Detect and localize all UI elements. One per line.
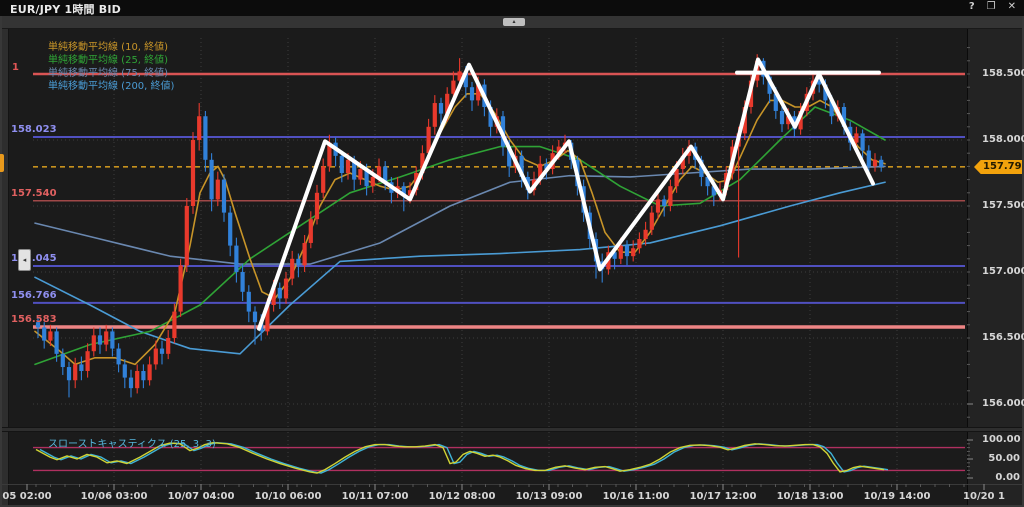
price-axis-label: 157.000 [982, 266, 1020, 277]
time-axis-label: 10/20 1 [963, 491, 1005, 502]
time-axis-label: 10/17 12:00 [690, 491, 757, 502]
price-line-label: 156.766 [11, 290, 57, 301]
candles[interactable] [36, 54, 883, 397]
panel-expander-button[interactable]: ◂ [18, 249, 31, 271]
time-axis-label: 05 02:00 [2, 491, 51, 502]
time-axis-label: 10/10 06:00 [255, 491, 322, 502]
time-axis-label: 10/06 03:00 [81, 491, 148, 502]
time-axis-label: 10/12 08:00 [429, 491, 496, 502]
time-axis-label: 10/16 11:00 [603, 491, 670, 502]
time-axis-label: 10/18 13:00 [777, 491, 844, 502]
time-axis-label: 10/11 07:00 [342, 491, 409, 502]
price-line-label: 156.583 [11, 314, 57, 325]
time-axis-label: 10/07 04:00 [168, 491, 235, 502]
price-axis-label: 157.500 [982, 200, 1020, 211]
price-line-label: 158.023 [11, 124, 57, 135]
legend-item-sma-25: 単純移動平均線 (25, 終値) [48, 54, 174, 67]
price-axis-label: 158.500 [982, 68, 1020, 79]
price-axis-label: 156.500 [982, 332, 1020, 343]
legend-item-sma-10: 単純移動平均線 (10, 終値) [48, 41, 174, 54]
drawn-zigzag-line[interactable] [259, 59, 873, 328]
trading-app-window: EUR/JPY 1時間 BID ? ❐ ✕ ▴ 単純移動平均線 (10, 終値)… [0, 0, 1024, 507]
current-price-value: 157.797 [983, 161, 1024, 172]
main-panel[interactable] [33, 38, 965, 427]
stochastics-legend: スローストキャスティクス (25, 3, 3) [48, 435, 216, 450]
left-edge-marker-tab [0, 154, 4, 172]
price-axis-label: 156.000 [982, 398, 1020, 409]
price-axis-label: 158.000 [982, 134, 1020, 145]
ma-line-10[interactable] [35, 94, 885, 365]
clipped-price-line-label: 1 [12, 62, 19, 73]
stoch-axis-label: 0.00 [982, 472, 1020, 483]
legend-item-sma-75: 単純移動平均線 (75, 終値) [48, 67, 174, 80]
time-axis-label: 10/19 14:00 [864, 491, 931, 502]
price-line-label: 157.540 [11, 188, 57, 199]
stoch-axis-label: 50.00 [982, 453, 1020, 464]
legend-item-sma-200: 単純移動平均線 (200, 終値) [48, 80, 174, 93]
time-axis-label: 10/13 09:00 [516, 491, 583, 502]
indicator-legend: 単純移動平均線 (10, 終値)単純移動平均線 (25, 終値)単純移動平均線 … [48, 41, 174, 93]
stoch-axis-label: 100.00 [982, 434, 1020, 445]
current-price-badge: 157.797 [974, 160, 1022, 174]
